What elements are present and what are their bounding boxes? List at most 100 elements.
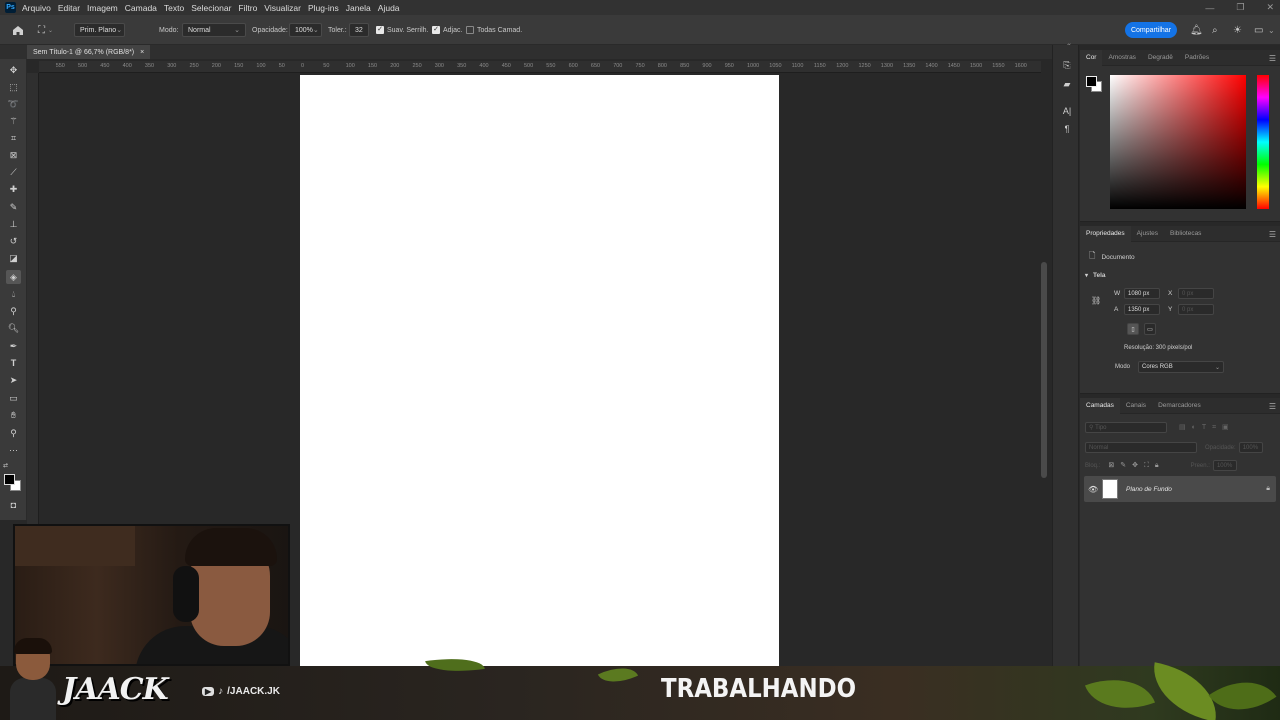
tab-degrade[interactable]: Degradê	[1142, 50, 1179, 66]
marquee-tool-icon[interactable]: ⬚	[6, 80, 21, 94]
menu-plugins[interactable]: Plug-ins	[308, 3, 339, 13]
hue-slider[interactable]	[1257, 75, 1269, 209]
layer-filter-icons[interactable]: ▤◐T⌗▣	[1179, 423, 1235, 432]
antialias-checkbox[interactable]: ✓ Suav. Serrilh.	[376, 15, 429, 45]
streamer-hair	[185, 528, 277, 566]
zoom-tool-icon[interactable]: ⚲	[6, 426, 21, 440]
layer-opacity-field[interactable]: 100%	[1238, 442, 1263, 453]
panel-menu-icon[interactable]: ☰	[1269, 230, 1276, 239]
history-brush-tool-icon[interactable]: ↺	[6, 234, 21, 248]
home-icon[interactable]	[12, 15, 24, 45]
eye-icon[interactable]: 👁︎	[1088, 485, 1098, 494]
layer-name[interactable]: Plano de Fundo	[1126, 486, 1172, 493]
smudge-tool-icon[interactable]: 🔍︎	[6, 321, 21, 335]
ruler-tick-label: 250	[189, 63, 199, 69]
search-icon[interactable]: ⌕	[1212, 15, 1218, 45]
light-icon[interactable]: ☀︎	[1233, 15, 1242, 45]
tab-propriedades[interactable]: Propriedades	[1080, 225, 1131, 242]
menu-ajuda[interactable]: Ajuda	[378, 3, 400, 13]
share-button[interactable]: Compartilhar	[1125, 22, 1177, 38]
workspace-icon[interactable]: ▭	[1254, 15, 1263, 45]
crop-tool-icon[interactable]: ⌗	[6, 131, 21, 145]
move-tool-icon[interactable]: ✥	[6, 63, 21, 77]
menu-camada[interactable]: Camada	[125, 3, 157, 13]
menu-texto[interactable]: Texto	[164, 3, 184, 13]
x-field[interactable]: 0 px	[1178, 288, 1214, 299]
history-panel-icon[interactable]: ⎘	[1061, 59, 1073, 71]
layer-row[interactable]: 👁︎ Plano de Fundo 🔒︎	[1084, 476, 1276, 502]
tab-amostras[interactable]: Amostras	[1102, 50, 1141, 66]
opacity-field[interactable]: 100% ⌄	[289, 23, 322, 37]
fill-field[interactable]: 100%	[1212, 460, 1237, 471]
menu-imagem[interactable]: Imagem	[87, 3, 118, 13]
menu-filtro[interactable]: Filtro	[238, 3, 257, 13]
color-picker-field[interactable]	[1110, 75, 1246, 209]
width-field[interactable]: 1080 px	[1124, 288, 1160, 299]
layer-filter-field[interactable]: ⚲ Tipo	[1085, 422, 1167, 433]
tolerance-field[interactable]: 32	[349, 23, 369, 37]
paint-bucket-preset-icon[interactable]: ⛶ ⌄	[38, 15, 53, 45]
canvas-section[interactable]: ▾ Tela	[1085, 272, 1106, 279]
menu-editar[interactable]: Editar	[58, 3, 80, 13]
menu-selecionar[interactable]: Selecionar	[191, 3, 231, 13]
tab-camadas[interactable]: Camadas	[1080, 397, 1120, 414]
workspace-dropdown-icon[interactable]: ⌄	[1268, 15, 1275, 45]
landscape-orientation-icon[interactable]: ▭	[1144, 323, 1156, 335]
tab-ajustes[interactable]: Ajustes	[1131, 226, 1164, 242]
lock-icons[interactable]: ⊠✎✥⛶🔒︎	[1108, 461, 1164, 470]
portrait-orientation-icon[interactable]: ▯	[1127, 323, 1139, 335]
menu-visualizar[interactable]: Visualizar	[264, 3, 301, 13]
blend-mode-select[interactable]: Normal	[1085, 442, 1197, 453]
rectangle-tool-icon[interactable]: ▭	[6, 391, 21, 405]
brush-tool-icon[interactable]: ✎	[6, 200, 21, 214]
document-canvas[interactable]	[300, 75, 779, 666]
type-tool-icon[interactable]: T	[6, 356, 21, 370]
vertical-scrollbar[interactable]	[1041, 262, 1047, 478]
swap-colors-icon[interactable]: ⇄	[3, 462, 8, 469]
eyedropper-tool-icon[interactable]: ⟋	[6, 165, 21, 179]
link-icon[interactable]: ⛓	[1091, 296, 1101, 305]
paint-bucket-tool-icon[interactable]: ◈	[6, 270, 21, 284]
blur-tool-icon[interactable]: 💧︎	[6, 287, 21, 301]
tab-demarcadores[interactable]: Demarcadores	[1152, 398, 1207, 414]
document-tab[interactable]: Sem Título-1 @ 66,7% (RGB/8*) ×	[27, 45, 151, 59]
magic-wand-tool-icon[interactable]: ⚚	[6, 114, 21, 128]
comments-panel-icon[interactable]: ▰	[1061, 78, 1073, 90]
all-layers-checkbox[interactable]: Todas Camad.	[466, 15, 522, 45]
y-field[interactable]: 0 px	[1178, 304, 1214, 315]
paragraph-panel-icon[interactable]: ¶	[1061, 123, 1073, 135]
contiguous-checkbox[interactable]: ✓ Adjac.	[432, 15, 462, 45]
minimize-icon[interactable]: —	[1205, 3, 1214, 13]
bell-icon[interactable]: 🔔︎	[1190, 15, 1203, 45]
fill-source-select[interactable]: Prim. Plano ⌄	[74, 23, 125, 37]
tab-padroes[interactable]: Padrões	[1179, 50, 1215, 66]
more-tools-icon[interactable]: ···	[6, 443, 21, 457]
dodge-tool-icon[interactable]: ⚲	[6, 304, 21, 318]
lock-icon[interactable]: 🔒︎	[1266, 485, 1270, 493]
panel-menu-icon[interactable]: ☰	[1269, 54, 1276, 63]
tab-cor[interactable]: Cor	[1080, 49, 1103, 66]
height-field[interactable]: 1350 px	[1124, 304, 1160, 315]
quick-mask-icon[interactable]: ◘	[6, 498, 21, 512]
panel-menu-icon[interactable]: ☰	[1269, 402, 1276, 411]
foreground-color-swatch[interactable]	[4, 474, 15, 485]
healing-brush-tool-icon[interactable]: ✚	[6, 182, 21, 196]
menu-arquivo[interactable]: Arquivo	[22, 3, 51, 13]
color-foreground-swatch[interactable]	[1086, 76, 1097, 87]
menu-janela[interactable]: Janela	[346, 3, 371, 13]
close-window-icon[interactable]: ✕	[1266, 2, 1274, 13]
maximize-icon[interactable]: ❐	[1236, 2, 1244, 13]
hand-tool-icon[interactable]: ✋︎	[6, 408, 21, 422]
close-tab-icon[interactable]: ×	[140, 49, 144, 56]
frame-tool-icon[interactable]: ⊠	[6, 148, 21, 162]
pen-tool-icon[interactable]: ✒	[6, 339, 21, 353]
tab-canais[interactable]: Canais	[1120, 398, 1152, 414]
eraser-tool-icon[interactable]: ◪	[6, 251, 21, 265]
character-panel-icon[interactable]: A|	[1061, 105, 1073, 117]
tab-bibliotecas[interactable]: Bibliotecas	[1164, 226, 1207, 242]
mode-select[interactable]: Normal ⌄	[182, 23, 246, 37]
color-mode-select[interactable]: Cores RGB ⌄	[1138, 361, 1225, 373]
lasso-tool-icon[interactable]: ➰	[6, 97, 21, 111]
clone-stamp-tool-icon[interactable]: ⊥	[6, 217, 21, 231]
path-selection-tool-icon[interactable]: ➤	[6, 373, 21, 387]
